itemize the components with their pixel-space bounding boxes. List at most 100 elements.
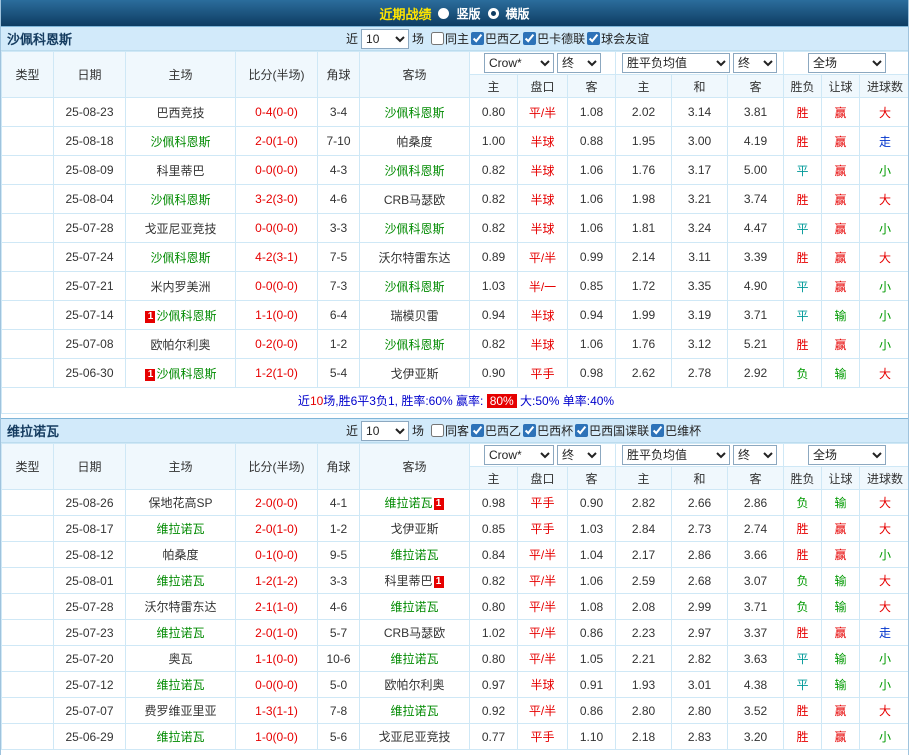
team-name-link[interactable]: 戈亚尼亚竞技: [378, 730, 450, 744]
col-header-handicap: 盘口: [518, 75, 568, 98]
team-name-link[interactable]: 沙佩科恩斯: [156, 309, 216, 323]
vertical-layout-label[interactable]: 竖版: [456, 5, 480, 22]
league-checkbox-input[interactable]: [431, 424, 444, 437]
result-cell: 胜: [784, 127, 822, 156]
team-name-link[interactable]: 帕桑度: [162, 548, 198, 562]
euro-final-select[interactable]: 终: [733, 53, 777, 73]
team-name-link[interactable]: 沙佩科恩斯: [384, 164, 444, 178]
table-header-controls-row: 类型 日期 主场 比分(半场) 角球 客场 Crow*终 胜平负均值终 全场: [2, 444, 909, 467]
league-filter-checkbox[interactable]: 球会友谊: [587, 30, 649, 47]
team-name-link[interactable]: 费罗维亚里亚: [144, 704, 216, 718]
odds-company-select[interactable]: Crow*: [484, 445, 554, 465]
team-name-link[interactable]: CRB马瑟欧: [384, 626, 445, 640]
euro-final-select[interactable]: 终: [733, 445, 777, 465]
score-cell[interactable]: 0-2(0-0): [236, 330, 318, 359]
team-name-link[interactable]: 维拉诺瓦: [390, 652, 438, 666]
league-filter-checkbox[interactable]: 同主: [431, 30, 469, 47]
score-cell[interactable]: 3-2(3-0): [236, 185, 318, 214]
team-name-link[interactable]: 巴西竞技: [156, 106, 204, 120]
asian-final-select[interactable]: 终: [557, 445, 601, 465]
asian-away-odds-cell: 0.91: [568, 672, 616, 698]
team-name-link[interactable]: 维拉诺瓦: [390, 548, 438, 562]
score-cell[interactable]: 0-0(0-0): [236, 156, 318, 185]
team-name-link[interactable]: 戈亚尼亚竞技: [144, 222, 216, 236]
team-name-link[interactable]: 维拉诺瓦: [156, 678, 204, 692]
league-filter-checkbox[interactable]: 巴维杯: [651, 422, 701, 439]
odds-company-select[interactable]: Crow*: [484, 53, 554, 73]
team-name-link[interactable]: 瑞模贝雷: [390, 309, 438, 323]
scope-select[interactable]: 全场: [808, 445, 886, 465]
league-filter-checkbox[interactable]: 巴西杯: [523, 422, 573, 439]
score-cell[interactable]: 1-1(0-0): [236, 301, 318, 330]
score-cell[interactable]: 1-0(0-0): [236, 724, 318, 750]
score-cell[interactable]: 1-1(0-0): [236, 646, 318, 672]
team-name-link[interactable]: 科里蒂巴: [156, 164, 204, 178]
asian-final-select[interactable]: 终: [557, 53, 601, 73]
score-cell[interactable]: 0-4(0-0): [236, 98, 318, 127]
team-name-link[interactable]: 沙佩科恩斯: [150, 251, 210, 265]
home-team-cell: 沙佩科恩斯: [126, 127, 236, 156]
vertical-layout-radio[interactable]: [438, 8, 449, 19]
league-checkbox-input[interactable]: [575, 424, 588, 437]
team-name-link[interactable]: 沙佩科恩斯: [384, 222, 444, 236]
score-cell[interactable]: 0-0(0-0): [236, 214, 318, 243]
scope-select[interactable]: 全场: [808, 53, 886, 73]
team-name-link[interactable]: 沙佩科恩斯: [384, 338, 444, 352]
team-name-link[interactable]: 科里蒂巴: [384, 574, 432, 588]
team-name-link[interactable]: 保地花高SP: [148, 496, 212, 510]
team-name-link[interactable]: 维拉诺瓦: [384, 496, 432, 510]
score-cell[interactable]: 2-0(1-0): [236, 127, 318, 156]
match-count-select[interactable]: 10: [361, 29, 409, 49]
score-cell[interactable]: 2-0(1-0): [236, 620, 318, 646]
league-filter-checkbox[interactable]: 巴西乙: [471, 30, 521, 47]
league-checkbox-input[interactable]: [523, 424, 536, 437]
team-name-link[interactable]: 沃尔特雷东达: [378, 251, 450, 265]
league-filter-checkbox[interactable]: 巴西乙: [471, 422, 521, 439]
team-name-link[interactable]: 维拉诺瓦: [156, 522, 204, 536]
score-cell[interactable]: 0-1(0-0): [236, 542, 318, 568]
score-cell[interactable]: 2-0(1-0): [236, 516, 318, 542]
score-cell[interactable]: 1-2(1-2): [236, 568, 318, 594]
team-name-link[interactable]: 沃尔特雷东达: [144, 600, 216, 614]
euro-average-select[interactable]: 胜平负均值: [622, 53, 730, 73]
team-name-link[interactable]: 奥瓦: [168, 652, 192, 666]
team-name-link[interactable]: CRB马瑟欧: [384, 193, 445, 207]
score-cell[interactable]: 0-0(0-0): [236, 272, 318, 301]
team-name-link[interactable]: 沙佩科恩斯: [156, 367, 216, 381]
team-name-link[interactable]: 维拉诺瓦: [390, 704, 438, 718]
league-filter-checkbox[interactable]: 巴卡德联: [523, 30, 585, 47]
team-name-link[interactable]: 帕桑度: [396, 135, 432, 149]
team-name-link[interactable]: 沙佩科恩斯: [384, 106, 444, 120]
score-cell[interactable]: 2-1(1-0): [236, 594, 318, 620]
team-name-link[interactable]: 戈伊亚斯: [390, 367, 438, 381]
score-cell[interactable]: 4-2(3-1): [236, 243, 318, 272]
league-checkbox-input[interactable]: [587, 32, 600, 45]
league-checkbox-input[interactable]: [523, 32, 536, 45]
horizontal-layout-radio[interactable]: [488, 8, 499, 19]
team-name-link[interactable]: 维拉诺瓦: [156, 574, 204, 588]
team-name-link[interactable]: 戈伊亚斯: [390, 522, 438, 536]
league-checkbox-input[interactable]: [651, 424, 664, 437]
goals-result-cell: 大: [860, 359, 909, 388]
team-name-link[interactable]: 米内罗美洲: [150, 280, 210, 294]
league-filter-checkbox[interactable]: 巴西国谍联: [575, 422, 649, 439]
team-name-link[interactable]: 沙佩科恩斯: [384, 280, 444, 294]
horizontal-layout-label[interactable]: 横版: [506, 5, 530, 22]
team-name-link[interactable]: 维拉诺瓦: [390, 600, 438, 614]
score-cell[interactable]: 1-2(1-0): [236, 359, 318, 388]
league-filter-checkbox[interactable]: 同客: [431, 422, 469, 439]
league-checkbox-input[interactable]: [431, 32, 444, 45]
team-name-link[interactable]: 欧帕尔利奥: [384, 678, 444, 692]
team-name-link[interactable]: 沙佩科恩斯: [150, 193, 210, 207]
score-cell[interactable]: 0-0(0-0): [236, 672, 318, 698]
team-name-link[interactable]: 沙佩科恩斯: [150, 135, 210, 149]
score-cell[interactable]: 1-3(1-1): [236, 698, 318, 724]
team-name-link[interactable]: 欧帕尔利奥: [150, 338, 210, 352]
team-name-link[interactable]: 维拉诺瓦: [156, 626, 204, 640]
match-count-select[interactable]: 10: [361, 421, 409, 441]
league-checkbox-input[interactable]: [471, 424, 484, 437]
team-name-link[interactable]: 维拉诺瓦: [156, 730, 204, 744]
league-checkbox-input[interactable]: [471, 32, 484, 45]
score-cell[interactable]: 2-0(0-0): [236, 490, 318, 516]
euro-average-select[interactable]: 胜平负均值: [622, 445, 730, 465]
